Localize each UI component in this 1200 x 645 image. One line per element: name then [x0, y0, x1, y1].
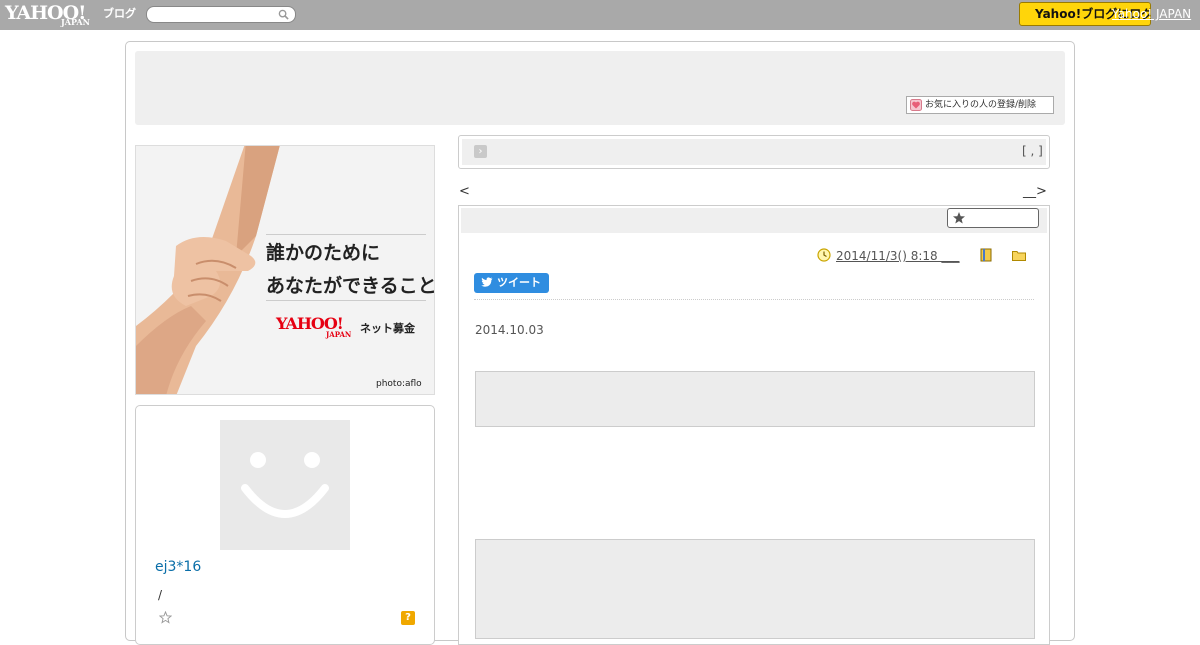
heart-icon	[910, 99, 922, 111]
top-bar: YAHOO! JAPAN ブログ Yahoo!ブログにログイン Yahoo! J…	[0, 0, 1200, 30]
banner-headline-2: あなたができること	[266, 275, 435, 297]
help-icon[interactable]: ?	[401, 611, 415, 625]
favorite-register-label: お気に入りの人の登録/削除	[925, 100, 1037, 110]
banner-divider-bottom	[266, 300, 426, 301]
banner-credit: photo:aflo	[376, 379, 422, 389]
embed-box-1	[475, 371, 1035, 427]
charity-banner[interactable]: 誰かのために あなたができること YAHOO! JAPAN ネット募金 phot…	[135, 145, 435, 395]
prev-article-link[interactable]: <	[459, 184, 470, 199]
profile-slash: /	[158, 588, 163, 602]
book-icon[interactable]	[980, 248, 992, 262]
profile-username[interactable]: ej3*16	[155, 559, 201, 575]
category-bar-inner	[462, 139, 1046, 165]
search-icon[interactable]	[278, 9, 289, 20]
banner-brand-sub: JAPAN	[326, 330, 352, 339]
favorite-article-button[interactable]	[947, 208, 1039, 228]
logo-blog-label: ブログ	[103, 7, 136, 20]
article-divider	[474, 299, 1034, 300]
banner-headline-1: 誰かのために	[266, 242, 381, 264]
chevron-right-icon[interactable]: ›	[474, 145, 487, 158]
avatar[interactable]	[220, 420, 350, 550]
logo-sub: JAPAN	[61, 17, 90, 27]
category-count: [ , ]	[1022, 144, 1043, 158]
next-article-link[interactable]: __>	[1023, 184, 1047, 199]
tweet-button[interactable]: ツイート	[474, 273, 549, 293]
tweet-label: ツイート	[497, 276, 541, 289]
bird-icon	[481, 277, 493, 287]
clock-icon	[817, 248, 831, 262]
folder-icon[interactable]	[1012, 250, 1026, 261]
yahoo-japan-link[interactable]: Yahoo! JAPAN	[1112, 7, 1191, 21]
article-body-date: 2014.10.03	[475, 323, 544, 337]
banner-service: ネット募金	[360, 322, 415, 335]
yahoo-blog-logo[interactable]: YAHOO! JAPAN ブログ	[5, 2, 145, 28]
star-icon[interactable]	[159, 611, 172, 624]
favorite-register-button[interactable]: お気に入りの人の登録/削除	[906, 96, 1054, 114]
banner-divider-top	[266, 234, 426, 235]
search-input[interactable]	[146, 6, 296, 23]
embed-box-2	[475, 539, 1035, 639]
star-icon	[953, 212, 965, 224]
post-date-link[interactable]: 2014/11/3() 8:18 ___	[836, 249, 959, 263]
